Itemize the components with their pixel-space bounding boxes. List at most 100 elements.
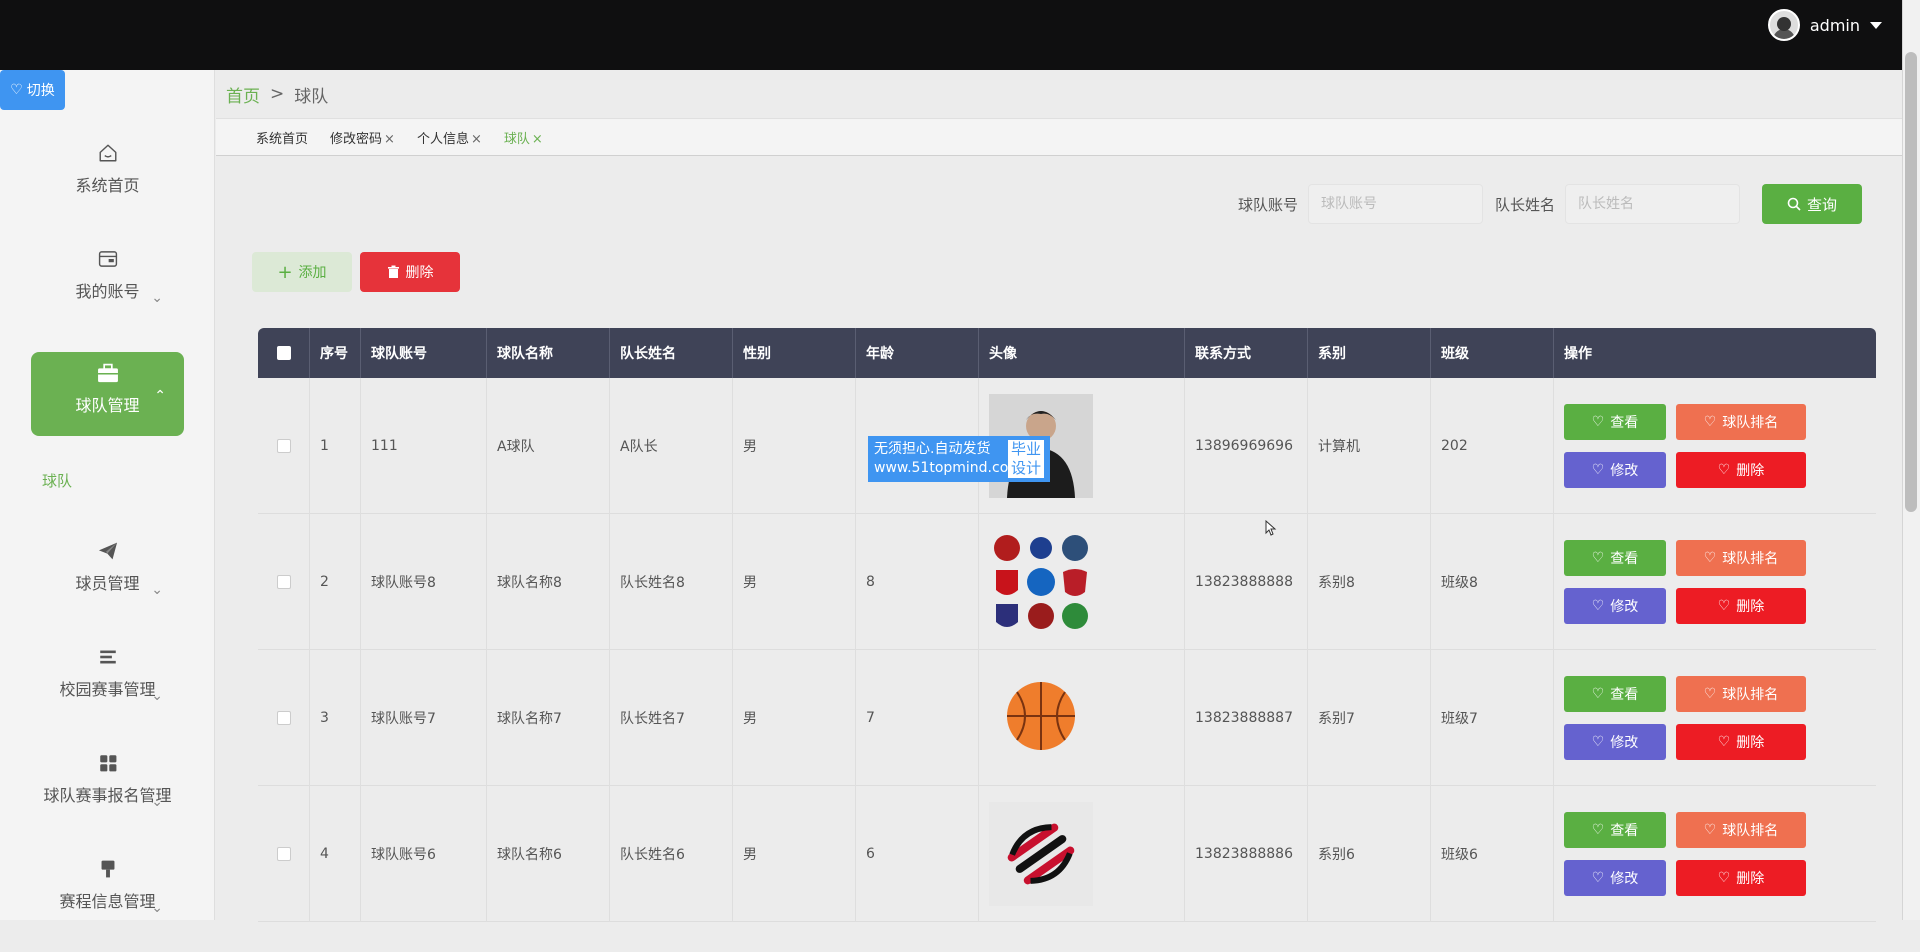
list-icon <box>99 650 116 664</box>
sidebar-item-home[interactable]: 系统首页 <box>0 130 215 236</box>
watermark-line2: www.51topmind.com <box>874 460 1022 476</box>
sidebar-item-team[interactable]: 球队管理 ⌃ <box>31 352 184 436</box>
heart-icon: ♡ <box>1591 734 1605 750</box>
breadcrumb-home[interactable]: 首页 <box>226 82 260 107</box>
sidebar-item-players[interactable]: 球员管理 ⌄ <box>0 528 215 634</box>
view-button[interactable]: ♡ 查看 <box>1564 404 1666 440</box>
tab-bar: 系统首页 修改密码 × 个人信息 × 球队 × <box>216 118 1902 156</box>
wallet-icon <box>98 251 117 267</box>
heart-icon: ♡ <box>1591 550 1605 566</box>
row-select-cell <box>258 514 310 650</box>
add-button[interactable]: + 添加 <box>252 252 352 292</box>
cell-class: 班级6 <box>1431 786 1554 922</box>
submenu-team[interactable]: 球队 <box>0 436 215 528</box>
cell-account: 球队账号6 <box>361 786 487 922</box>
view-button[interactable]: ♡ 查看 <box>1564 676 1666 712</box>
cell-age: 8 <box>856 514 979 650</box>
avatar[interactable] <box>1767 9 1800 41</box>
row-checkbox[interactable] <box>276 847 291 861</box>
table-header: 序号 球队账号 球队名称 队长姓名 性别 年龄 头像 联系方式 系别 班级 操作 <box>258 328 1876 378</box>
heart-icon: ♡ <box>1591 598 1605 614</box>
select-all-checkbox[interactable] <box>276 346 291 360</box>
grid-icon <box>99 755 116 772</box>
delete-button[interactable]: ♡ 删除 <box>1676 588 1806 624</box>
basketball-image[interactable] <box>989 666 1093 770</box>
cell-phone: 13823888886 <box>1185 786 1308 922</box>
cell-image <box>979 650 1185 786</box>
edit-button[interactable]: ♡ 修改 <box>1564 452 1666 488</box>
sidebar-item-account[interactable]: 我的账号 ⌄ <box>0 236 215 342</box>
tab-home[interactable]: 系统首页 <box>256 128 308 147</box>
heart-icon: ♡ <box>1591 462 1605 478</box>
delete-button[interactable]: ♡ 删除 <box>1676 860 1806 896</box>
caret-down-icon[interactable] <box>1870 21 1882 29</box>
captain-search-input[interactable] <box>1565 184 1740 224</box>
close-icon[interactable]: × <box>532 132 543 147</box>
user-menu[interactable]: admin <box>1767 9 1882 41</box>
tab-team[interactable]: 球队 × <box>504 128 543 147</box>
heart-icon: ♡ <box>1703 822 1717 838</box>
query-button[interactable]: 查询 <box>1762 184 1862 224</box>
cell-dept: 系别6 <box>1308 786 1431 922</box>
delete-button[interactable]: ♡ 删除 <box>1676 452 1806 488</box>
row-actions: ♡ 查看 ♡ 球队排名 ♡ 修改 ♡ 删除 <box>1564 812 1806 896</box>
column-header: 联系方式 <box>1185 328 1308 378</box>
cell-captain: 队长姓名7 <box>610 650 733 786</box>
table-row: 2 球队账号8 球队名称8 队长姓名8 男 8 13823888888 系别8 … <box>258 514 1876 650</box>
rank-button[interactable]: ♡ 球队排名 <box>1676 404 1806 440</box>
cell-ops: ♡ 查看 ♡ 球队排名 ♡ 修改 ♡ 删除 <box>1554 650 1865 786</box>
sidebar-item-registration[interactable]: 球队赛事报名管理 ⌄ <box>0 740 215 846</box>
column-header: 球队账号 <box>361 328 487 378</box>
table-row: 4 球队账号6 球队名称6 队长姓名6 男 6 13823888886 系别6 … <box>258 786 1876 922</box>
team-badges-image[interactable] <box>989 530 1093 634</box>
switch-button[interactable]: ♡ 切换 <box>0 70 65 110</box>
team-logo-image[interactable] <box>989 802 1093 906</box>
column-header: 序号 <box>310 328 361 378</box>
cell-class: 班级7 <box>1431 650 1554 786</box>
cell-name: 球队名称6 <box>487 786 610 922</box>
row-checkbox[interactable] <box>276 439 291 453</box>
tab-change-password[interactable]: 修改密码 × <box>330 128 395 147</box>
heart-icon: ♡ <box>1703 414 1717 430</box>
close-icon[interactable]: × <box>471 132 482 147</box>
close-icon[interactable]: × <box>384 132 395 147</box>
row-checkbox[interactable] <box>276 575 291 589</box>
plus-icon: + <box>277 261 293 283</box>
select-all-cell <box>258 328 310 378</box>
watermark-banner: 无须担心.自动发货 www.51topmind.com 毕业 设计 <box>868 436 1050 482</box>
chevron-down-icon: ⌄ <box>151 290 163 306</box>
row-select-cell <box>258 650 310 786</box>
chevron-down-icon: ⌄ <box>151 900 163 916</box>
scrollbar-thumb[interactable] <box>1905 52 1917 512</box>
sidebar-item-schedule[interactable]: 赛程信息管理 ⌄ <box>0 846 215 952</box>
cell-no: 1 <box>310 378 361 514</box>
cell-dept: 系别7 <box>1308 650 1431 786</box>
rank-button[interactable]: ♡ 球队排名 <box>1676 540 1806 576</box>
watermark-text: 无须担心.自动发货 www.51topmind.com <box>874 440 1022 478</box>
row-checkbox[interactable] <box>276 711 291 725</box>
rank-button[interactable]: ♡ 球队排名 <box>1676 676 1806 712</box>
edit-button[interactable]: ♡ 修改 <box>1564 588 1666 624</box>
sidebar-item-events[interactable]: 校园赛事管理 ⌄ <box>0 634 215 740</box>
cell-no: 2 <box>310 514 361 650</box>
tab-profile[interactable]: 个人信息 × <box>417 128 482 147</box>
delete-button[interactable]: ♡ 删除 <box>1676 724 1806 760</box>
cell-account: 111 <box>361 378 487 514</box>
view-button[interactable]: ♡ 查看 <box>1564 540 1666 576</box>
heart-icon: ♡ <box>1717 598 1731 614</box>
rank-button[interactable]: ♡ 球队排名 <box>1676 812 1806 848</box>
batch-delete-button[interactable]: 删除 <box>360 252 460 292</box>
edit-button[interactable]: ♡ 修改 <box>1564 724 1666 760</box>
watermark-badge: 毕业 设计 <box>1008 440 1044 478</box>
row-actions: ♡ 查看 ♡ 球队排名 ♡ 修改 ♡ 删除 <box>1564 540 1806 624</box>
cell-gender: 男 <box>733 786 856 922</box>
page-scrollbar[interactable] <box>1902 0 1920 920</box>
view-button[interactable]: ♡ 查看 <box>1564 812 1666 848</box>
account-search-input[interactable] <box>1307 184 1483 224</box>
search-icon <box>1787 197 1801 211</box>
sidebar-menu: 系统首页 我的账号 ⌄ 球队管理 ⌃ 球队 球员管理 ⌄ 校园赛事管理 ⌄ 球队… <box>0 130 215 952</box>
home-icon <box>99 144 116 162</box>
edit-button[interactable]: ♡ 修改 <box>1564 860 1666 896</box>
username[interactable]: admin <box>1810 16 1860 35</box>
cell-dept: 系别8 <box>1308 514 1431 650</box>
